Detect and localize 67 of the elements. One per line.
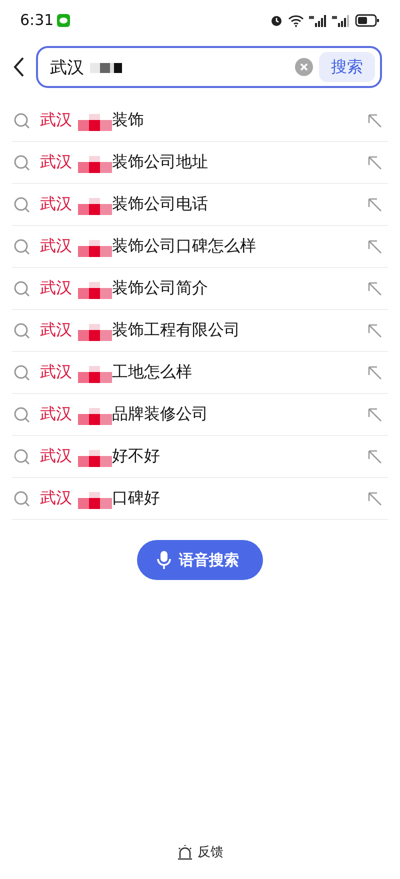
- suggestion-text: 装饰公司口碑怎么样: [112, 236, 256, 257]
- fill-in-arrow-icon[interactable]: [368, 366, 382, 380]
- search-icon: [14, 364, 30, 380]
- search-icon: [14, 322, 30, 338]
- microphone-icon: [157, 550, 171, 570]
- fill-in-arrow-icon[interactable]: [368, 282, 382, 296]
- wifi-icon: [288, 14, 304, 26]
- clock-time: 6:31: [20, 11, 54, 29]
- clear-button[interactable]: [295, 58, 313, 76]
- matched-text: 武汉: [40, 236, 72, 257]
- search-icon: [14, 112, 30, 128]
- chat-app-icon: [56, 14, 70, 26]
- suggestion-item[interactable]: 武汉 工地怎么样: [12, 352, 388, 394]
- search-button[interactable]: 搜索: [319, 52, 375, 82]
- suggestion-text: 装饰: [112, 110, 144, 131]
- suggestion-item[interactable]: 武汉 装饰: [12, 100, 388, 142]
- battery-icon: [355, 14, 380, 26]
- suggestion-item[interactable]: 武汉 装饰公司简介: [12, 268, 388, 310]
- matched-text: 武汉: [40, 362, 72, 383]
- feedback-button[interactable]: 反馈: [176, 843, 224, 861]
- suggestion-text: 装饰工程有限公司: [112, 320, 240, 341]
- suggestion-item[interactable]: 武汉 口碑好: [12, 478, 388, 520]
- suggestion-item[interactable]: 武汉 装饰公司地址: [12, 142, 388, 184]
- fill-in-arrow-icon[interactable]: [368, 156, 382, 170]
- fill-in-arrow-icon[interactable]: [368, 492, 382, 506]
- signal-icon: [309, 14, 327, 26]
- suggestion-text: 装饰公司简介: [112, 278, 208, 299]
- search-icon: [14, 280, 30, 296]
- matched-text: 武汉: [40, 278, 72, 299]
- search-icon: [14, 490, 30, 506]
- suggestion-item[interactable]: 武汉 好不好: [12, 436, 388, 478]
- matched-text: 武汉: [40, 446, 72, 467]
- matched-text: 武汉: [40, 152, 72, 173]
- suggestion-text: 装饰公司地址: [112, 152, 208, 173]
- fill-in-arrow-icon[interactable]: [368, 114, 382, 128]
- matched-text: 武汉: [40, 404, 72, 425]
- voice-search-button[interactable]: 语音搜索: [137, 540, 263, 580]
- search-icon: [14, 196, 30, 212]
- search-icon: [14, 154, 30, 170]
- suggestion-text: 好不好: [112, 446, 160, 467]
- suggestion-item[interactable]: 武汉 装饰公司电话: [12, 184, 388, 226]
- suggestion-text: 装饰公司电话: [112, 194, 208, 215]
- back-button[interactable]: [12, 56, 26, 78]
- search-icon: [14, 238, 30, 254]
- siren-icon: [176, 844, 192, 860]
- search-icon: [14, 406, 30, 422]
- matched-text: 武汉: [40, 488, 72, 509]
- matched-text: 武汉: [40, 320, 72, 341]
- suggestion-item[interactable]: 武汉 装饰工程有限公司: [12, 310, 388, 352]
- suggestion-text: 工地怎么样: [112, 362, 192, 383]
- suggestion-item[interactable]: 武汉 品牌装修公司: [12, 394, 388, 436]
- pixelated-redaction: [90, 61, 122, 73]
- suggestion-item[interactable]: 武汉 装饰公司口碑怎么样: [12, 226, 388, 268]
- fill-in-arrow-icon[interactable]: [368, 198, 382, 212]
- fill-in-arrow-icon[interactable]: [368, 450, 382, 464]
- search-field[interactable]: 武汉 搜索: [36, 46, 382, 88]
- matched-text: 武汉: [40, 110, 72, 131]
- suggestion-text: 口碑好: [112, 488, 160, 509]
- signal-icon: [332, 14, 350, 26]
- search-query: 武汉: [50, 56, 84, 78]
- suggestion-text: 品牌装修公司: [112, 404, 208, 425]
- fill-in-arrow-icon[interactable]: [368, 240, 382, 254]
- search-icon: [14, 448, 30, 464]
- alarm-icon: [270, 14, 283, 26]
- fill-in-arrow-icon[interactable]: [368, 324, 382, 338]
- matched-text: 武汉: [40, 194, 72, 215]
- fill-in-arrow-icon[interactable]: [368, 408, 382, 422]
